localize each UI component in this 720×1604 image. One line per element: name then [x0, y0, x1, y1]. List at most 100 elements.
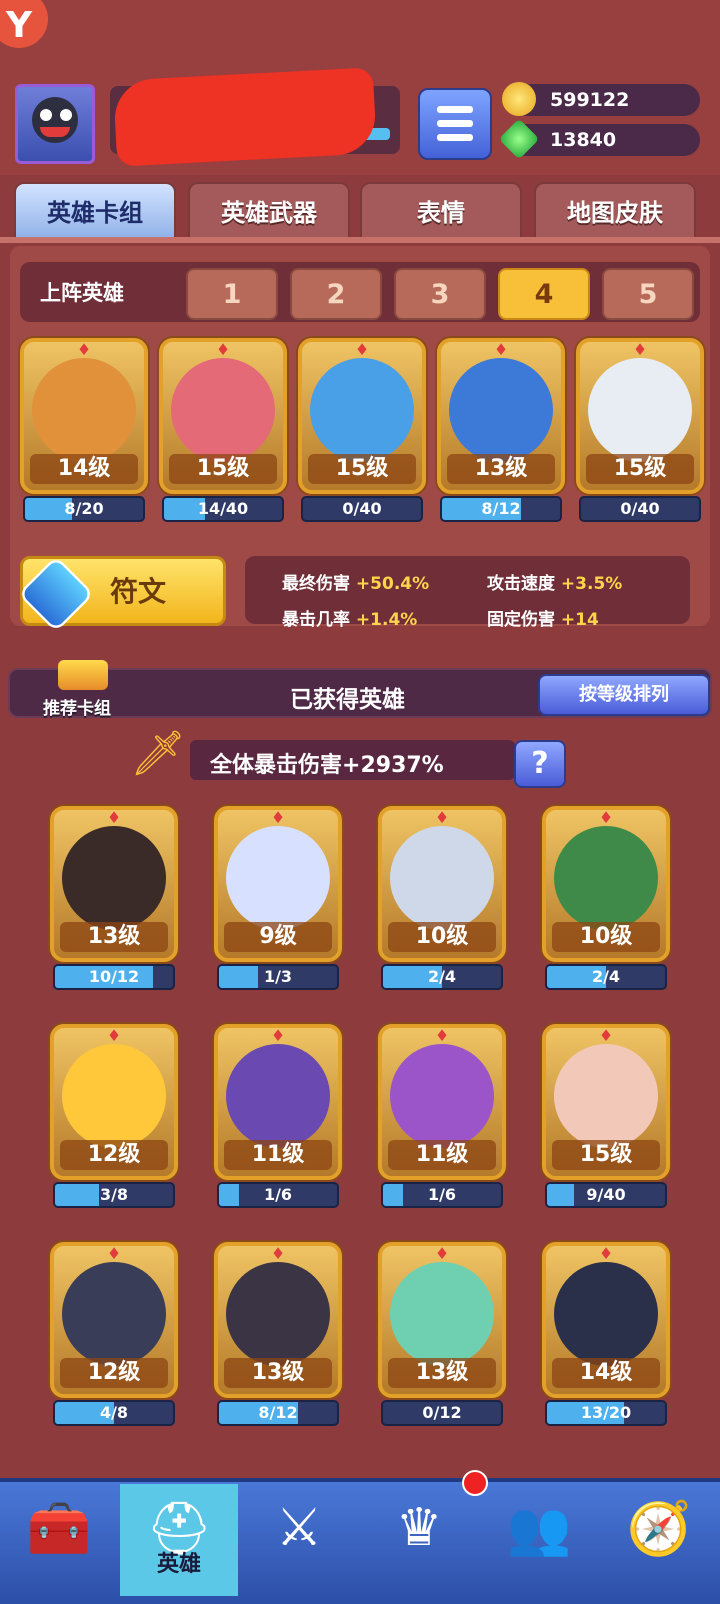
hero-level: 9级: [224, 922, 332, 952]
stat-fixed-damage: 固定伤害 +14: [487, 610, 599, 630]
card-crest-icon: ♦: [76, 340, 92, 359]
owned-hero-card[interactable]: ♦ 10级: [378, 806, 506, 962]
hero-portrait: [390, 1262, 494, 1366]
tab-divider: [0, 237, 720, 243]
hero-progress-bar: 1/6: [381, 1182, 503, 1208]
tab-map-skins[interactable]: 地图皮肤: [534, 182, 696, 239]
hero-level: 12级: [60, 1358, 168, 1388]
hero-level: 13级: [447, 454, 555, 484]
owned-hero-card[interactable]: ♦ 12级: [50, 1024, 178, 1180]
recommend-deck-icon[interactable]: [58, 660, 108, 690]
hero-progress-bar: 2/4: [545, 964, 667, 990]
hero-portrait: [62, 1262, 166, 1366]
hero-progress-bar: 9/40: [545, 1182, 667, 1208]
hero-progress-text: 0/40: [342, 499, 382, 518]
hero-progress-bar: 3/8: [53, 1182, 175, 1208]
hero-progress-text: 1/3: [263, 967, 293, 986]
nav-item[interactable]: 👥: [480, 1484, 598, 1596]
hero-progress-text: 8/12: [481, 499, 521, 518]
nav-item[interactable]: ♛: [360, 1484, 478, 1596]
hero-portrait: [390, 826, 494, 930]
team-hero-card[interactable]: ♦ 15级: [576, 338, 704, 494]
team-hero-card[interactable]: ♦ 13级: [437, 338, 565, 494]
hero-progress-text: 4/8: [99, 1403, 129, 1422]
team-slot-3[interactable]: 3: [394, 268, 486, 320]
card-crest-icon: ♦: [354, 340, 370, 359]
tab-hero-deck[interactable]: 英雄卡组: [14, 182, 176, 239]
hero-level: 11级: [224, 1140, 332, 1170]
help-button[interactable]: ?: [514, 740, 566, 788]
tab-emotes[interactable]: 表情: [360, 182, 522, 239]
hero-progress-text: 10/12: [88, 967, 140, 986]
hero-progress-text: 1/6: [427, 1185, 457, 1204]
card-crest-icon: ♦: [434, 1026, 450, 1045]
hero-portrait: [449, 358, 553, 462]
hero-level: 10级: [552, 922, 660, 952]
sort-by-level-button[interactable]: 按等级排列: [538, 674, 710, 716]
nav-item[interactable]: ⛑ 英雄: [120, 1484, 238, 1596]
hero-progress-bar: 8/20: [23, 496, 145, 522]
hero-progress-bar: 2/4: [381, 964, 503, 990]
team-slot-2[interactable]: 2: [290, 268, 382, 320]
hero-level: 14级: [552, 1358, 660, 1388]
gem-counter[interactable]: 13840: [498, 118, 700, 160]
hero-portrait: [226, 826, 330, 930]
card-crest-icon: ♦: [598, 1244, 614, 1263]
team-hero-card[interactable]: ♦ 15级: [159, 338, 287, 494]
gold-coin-icon: [502, 82, 536, 116]
gem-value: 13840: [550, 129, 617, 151]
nav-item[interactable]: 🧭: [600, 1484, 718, 1596]
owned-hero-card[interactable]: ♦ 14级: [542, 1242, 670, 1398]
hero-portrait: [32, 358, 136, 462]
owned-hero-card[interactable]: ♦ 11级: [378, 1024, 506, 1180]
hero-level: 13级: [388, 1358, 496, 1388]
nav-label: 英雄: [156, 1552, 201, 1577]
owned-hero-card[interactable]: ♦ 11级: [214, 1024, 342, 1180]
tab-hero-weapons[interactable]: 英雄武器: [188, 182, 350, 239]
gold-counter[interactable]: 599122: [502, 82, 700, 116]
owned-heroes-title: 已获得英雄: [290, 687, 405, 713]
team-icon: 👥: [506, 1499, 572, 1559]
owned-hero-card[interactable]: ♦ 15级: [542, 1024, 670, 1180]
card-crest-icon: ♦: [434, 808, 450, 827]
owned-hero-card[interactable]: ♦ 12级: [50, 1242, 178, 1398]
hero-progress-text: 2/4: [427, 967, 457, 986]
crown-shield-icon: ♛: [395, 1498, 443, 1558]
team-slot-1[interactable]: 1: [186, 268, 278, 320]
hero-level: 13级: [60, 922, 168, 952]
team-hero-card[interactable]: ♦ 15级: [298, 338, 426, 494]
hero-level: 10级: [388, 922, 496, 952]
hero-portrait: [62, 826, 166, 930]
nav-item[interactable]: 🧰: [0, 1484, 118, 1596]
team-slot-4[interactable]: 4: [498, 268, 590, 320]
hero-progress-bar: 14/40: [162, 496, 284, 522]
owned-hero-card[interactable]: ♦ 13级: [214, 1242, 342, 1398]
owned-hero-card[interactable]: ♦ 13级: [378, 1242, 506, 1398]
card-crest-icon: ♦: [106, 808, 122, 827]
hero-progress-bar: 13/20: [545, 1400, 667, 1426]
player-avatar[interactable]: [15, 84, 95, 164]
hero-progress-bar: 8/12: [440, 496, 562, 522]
hero-portrait: [226, 1262, 330, 1366]
hero-progress-text: 0/40: [620, 499, 660, 518]
card-crest-icon: ♦: [106, 1244, 122, 1263]
hero-progress-text: 3/8: [99, 1185, 129, 1204]
hero-portrait: [171, 358, 275, 462]
team-slot-5[interactable]: 5: [602, 268, 694, 320]
card-crest-icon: ♦: [270, 1026, 286, 1045]
hero-progress-text: 2/4: [591, 967, 621, 986]
menu-button[interactable]: [418, 88, 492, 160]
card-crest-icon: ♦: [493, 340, 509, 359]
recommend-deck-label[interactable]: 推荐卡组: [43, 694, 111, 719]
crossed-swords-icon: ⚔: [275, 1498, 323, 1558]
card-crest-icon: ♦: [632, 340, 648, 359]
team-hero-card[interactable]: ♦ 14级: [20, 338, 148, 494]
owned-hero-card[interactable]: ♦ 10级: [542, 806, 670, 962]
hero-portrait: [390, 1044, 494, 1148]
nav-item[interactable]: ⚔: [240, 1484, 358, 1596]
gold-value: 599122: [550, 89, 630, 111]
owned-hero-card[interactable]: ♦ 9级: [214, 806, 342, 962]
owned-hero-card[interactable]: ♦ 13级: [50, 806, 178, 962]
global-crit-text: 全体暴击伤害+2937%: [210, 753, 444, 778]
hero-level: 15级: [169, 454, 277, 484]
